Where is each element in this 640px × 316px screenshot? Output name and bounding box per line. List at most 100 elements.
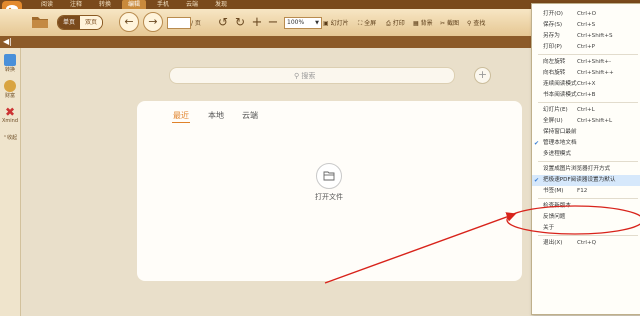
- tab-cloud-files[interactable]: 云端: [242, 110, 258, 121]
- open-folder-button[interactable]: [30, 11, 50, 33]
- menu-item-shortcut: Ctrl+P: [577, 44, 596, 50]
- menu-item-label: 关于: [543, 225, 555, 231]
- menu-item-shortcut: Ctrl+Q: [577, 240, 597, 246]
- menu-item[interactable]: 关于: [532, 223, 640, 234]
- menu-item-shortcut: Ctrl+Shift+L: [577, 118, 613, 124]
- slideshow-icon: ▣: [323, 20, 329, 27]
- tab-discover[interactable]: 发现: [209, 0, 233, 9]
- search-placeholder-text: 搜索: [301, 72, 316, 80]
- rotate-right-button[interactable]: ↻: [233, 15, 247, 29]
- fullscreen-button[interactable]: ⛶ 全屏: [358, 18, 376, 28]
- sidebar-collapse-label: 收起: [7, 135, 18, 141]
- prev-page-button[interactable]: ←: [119, 12, 139, 32]
- background-label: 背景: [420, 20, 433, 27]
- print-label: 打印: [392, 20, 405, 27]
- menu-item[interactable]: 设置成图片浏览器打开方式: [532, 164, 640, 175]
- arrow-right-icon: →: [148, 15, 158, 28]
- menu-item-label: 保存(S): [543, 22, 563, 28]
- menu-item[interactable]: 幻灯片(E) Ctrl+L: [532, 105, 640, 116]
- check-icon: ✔: [534, 177, 540, 184]
- open-file-button[interactable]: [316, 163, 342, 189]
- next-page-button[interactable]: →: [143, 12, 163, 32]
- menu-item[interactable]: 反馈问题: [532, 212, 640, 223]
- menu-item[interactable]: 向右旋转 Ctrl+Shift++: [532, 68, 640, 79]
- menu-item[interactable]: 打印(P) Ctrl+P: [532, 42, 640, 53]
- menu-item-label: 检查新版本: [543, 203, 571, 209]
- tab-convert[interactable]: 转换: [93, 0, 117, 9]
- search-placeholder: ⚲ 搜索: [294, 71, 315, 81]
- menu-item-label: 向左旋转: [543, 59, 566, 65]
- menu-item[interactable]: 多进程模式: [532, 149, 640, 160]
- tab-mobile[interactable]: 手机: [151, 0, 175, 9]
- menu-item[interactable]: 退出(X) Ctrl+Q: [532, 238, 640, 249]
- menu-item[interactable]: ✔ 管理本地文档: [532, 138, 640, 149]
- minus-icon: −: [267, 14, 279, 30]
- add-button[interactable]: +: [474, 67, 491, 84]
- view-mode-toggle: 单页 双页: [57, 15, 104, 30]
- menu-item-shortcut: Ctrl+B: [577, 92, 596, 98]
- double-page-button[interactable]: 双页: [80, 16, 103, 29]
- find-button[interactable]: ⚲ 查找: [467, 18, 485, 27]
- menu-item-label: 另存为: [543, 33, 560, 39]
- menu-item[interactable]: 保持窗口最前: [532, 127, 640, 138]
- sidebar-toggle-button[interactable]: ◀|: [3, 37, 13, 47]
- search-box[interactable]: ⚲ 搜索: [169, 67, 455, 84]
- menu-item-label: 设置成图片浏览器打开方式: [543, 166, 611, 172]
- menu-item[interactable]: 书签(M) F12: [532, 186, 640, 197]
- menu-item[interactable]: 另存为 Ctrl+Shift+S: [532, 31, 640, 42]
- single-page-button[interactable]: 单页: [58, 16, 81, 29]
- menu-item[interactable]: 打开(O) Ctrl+O: [532, 9, 640, 20]
- menu-item[interactable]: 全屏(U) Ctrl+Shift+L: [532, 116, 640, 127]
- printer-icon: ⎙: [386, 20, 391, 27]
- tab-annotate[interactable]: 注释: [64, 0, 88, 9]
- zoom-out-button[interactable]: −: [266, 14, 280, 30]
- menu-separator: [538, 102, 638, 103]
- menu-item-label: 退出(X): [543, 240, 563, 246]
- menu-item-label: 向右旋转: [543, 70, 566, 76]
- wealth-icon: [4, 80, 16, 92]
- menu-separator: [538, 161, 638, 162]
- chevron-down-icon: ▼: [315, 20, 319, 26]
- slideshow-button[interactable]: ▣ 幻灯片: [323, 18, 349, 27]
- menu-item[interactable]: 检查新版本: [532, 201, 640, 212]
- background-button[interactable]: ▦ 背景: [413, 18, 433, 27]
- tab-cloud[interactable]: 云端: [180, 0, 204, 9]
- menu-item-label: 保持窗口最前: [543, 129, 577, 135]
- tab-edit[interactable]: 编辑: [122, 0, 146, 9]
- left-sidebar: 转换 财富 ✖ Xmind ⌃收起: [0, 48, 21, 316]
- convert-icon: [4, 54, 16, 66]
- menu-item-label: 管理本地文档: [543, 140, 577, 146]
- menu-item[interactable]: ✔ 把极速PDF阅读器设置为默认: [532, 175, 640, 186]
- menu-item[interactable]: 保存(S) Ctrl+S: [532, 20, 640, 31]
- menu-item-shortcut: Ctrl+Shift+S: [577, 33, 613, 39]
- page-number-input[interactable]: [167, 17, 191, 29]
- zoom-select[interactable]: 100% ▼: [284, 17, 322, 29]
- sidebar-item-convert[interactable]: 转换: [2, 54, 18, 73]
- menu-item-label: 反馈问题: [543, 214, 566, 220]
- screenshot-button[interactable]: ✂ 截图: [440, 18, 459, 27]
- menu-item[interactable]: 书本阅读模式 Ctrl+B: [532, 90, 640, 101]
- arrow-left-icon: ←: [124, 15, 134, 28]
- menu-item[interactable]: 向左旋转 Ctrl+Shift+-: [532, 57, 640, 68]
- check-icon: ✔: [534, 140, 540, 147]
- find-label: 查找: [473, 20, 486, 27]
- sidebar-item-xmind[interactable]: ✖ Xmind: [2, 106, 18, 124]
- background-icon: ▦: [413, 20, 419, 27]
- zoom-in-button[interactable]: +: [250, 15, 264, 30]
- menu-item-label: 全屏(U): [543, 118, 563, 124]
- scissors-icon: ✂: [440, 20, 446, 27]
- menu-item[interactable]: 连续阅读模式 Ctrl+X: [532, 79, 640, 90]
- zoom-value: 100%: [287, 19, 305, 26]
- tab-read[interactable]: 阅读: [35, 0, 59, 9]
- tab-recent[interactable]: 最近: [173, 110, 189, 121]
- sidebar-item-wealth[interactable]: 财富: [2, 80, 18, 99]
- open-file-label[interactable]: 打开文件: [307, 192, 351, 202]
- sidebar-collapse[interactable]: ⌃收起: [2, 134, 18, 141]
- print-button[interactable]: ⎙ 打印: [386, 18, 405, 28]
- menu-item-label: 打开(O): [543, 11, 563, 17]
- sidebar-item-label: 转换: [4, 67, 15, 73]
- rotate-left-button[interactable]: ↺: [216, 15, 230, 29]
- sidebar-item-label: 财富: [4, 93, 15, 99]
- search-icon: ⚲: [467, 20, 472, 27]
- tab-local[interactable]: 本地: [208, 110, 224, 121]
